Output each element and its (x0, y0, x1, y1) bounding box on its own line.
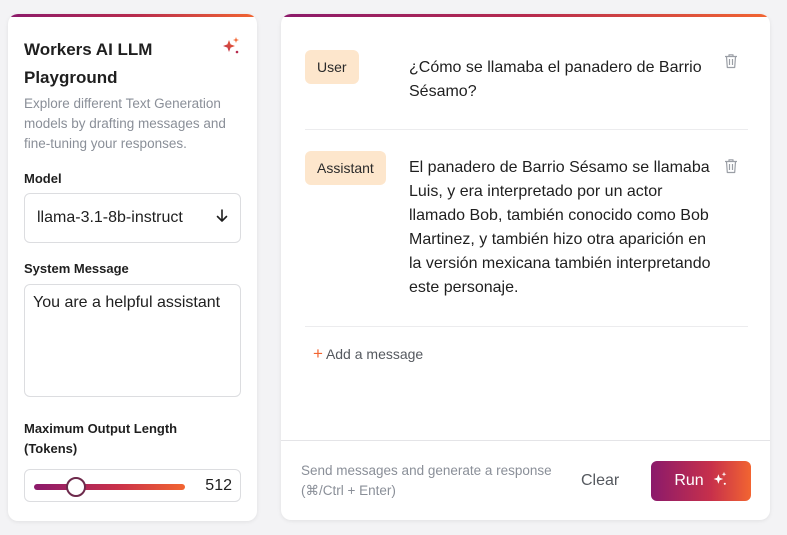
clear-button[interactable]: Clear (581, 472, 619, 490)
system-message-input[interactable]: You are a helpful assistant (24, 284, 241, 397)
max-length-label: Maximum Output Length (Tokens) (24, 421, 178, 456)
model-value: llama-3.1-8b-instruct (37, 209, 183, 226)
trash-icon[interactable] (724, 158, 738, 174)
app-description: Explore different Text Generation models… (24, 96, 226, 151)
message-divider (305, 129, 748, 130)
model-label: Model (24, 171, 62, 186)
sparkle-icon (221, 36, 241, 56)
message-text[interactable]: El panadero de Barrio Sésamo se llamaba … (409, 156, 719, 300)
trash-icon[interactable] (724, 53, 738, 69)
message-text[interactable]: ¿Cómo se llamaba el panadero de Barrio S… (409, 56, 719, 104)
app-title: Workers AI LLM Playground (24, 40, 153, 87)
max-length-value: 512 (205, 477, 232, 494)
accent-bar (281, 14, 770, 17)
message-assistant: Assistant El panadero de Barrio Sésamo s… (305, 151, 748, 301)
accent-bar (8, 14, 257, 17)
max-length-slider-track[interactable] (34, 484, 185, 490)
model-select[interactable]: llama-3.1-8b-instruct (24, 193, 241, 243)
chat-panel: User ¿Cómo se llamaba el panadero de Bar… (281, 14, 770, 520)
system-message-label: System Message (24, 261, 129, 276)
plus-icon: + (313, 344, 323, 363)
sparkle-icon (712, 471, 728, 492)
run-button[interactable]: Run (651, 461, 751, 501)
max-length-slider-thumb[interactable] (66, 477, 87, 497)
arrow-down-icon (216, 208, 228, 228)
message-user: User ¿Cómo se llamaba el panadero de Bar… (305, 50, 748, 110)
settings-panel: Workers AI LLM Playground Explore differ… (8, 14, 257, 521)
footer-divider (281, 440, 770, 441)
run-label: Run (674, 472, 704, 489)
role-badge[interactable]: Assistant (305, 151, 386, 185)
message-divider (305, 326, 748, 327)
max-length-control: 512 (24, 469, 241, 502)
role-badge[interactable]: User (305, 50, 359, 84)
footer-hint: Send messages and generate a response (⌘… (301, 463, 552, 498)
add-message-button[interactable]: + Add a message (313, 344, 423, 364)
add-message-label: Add a message (325, 346, 424, 362)
